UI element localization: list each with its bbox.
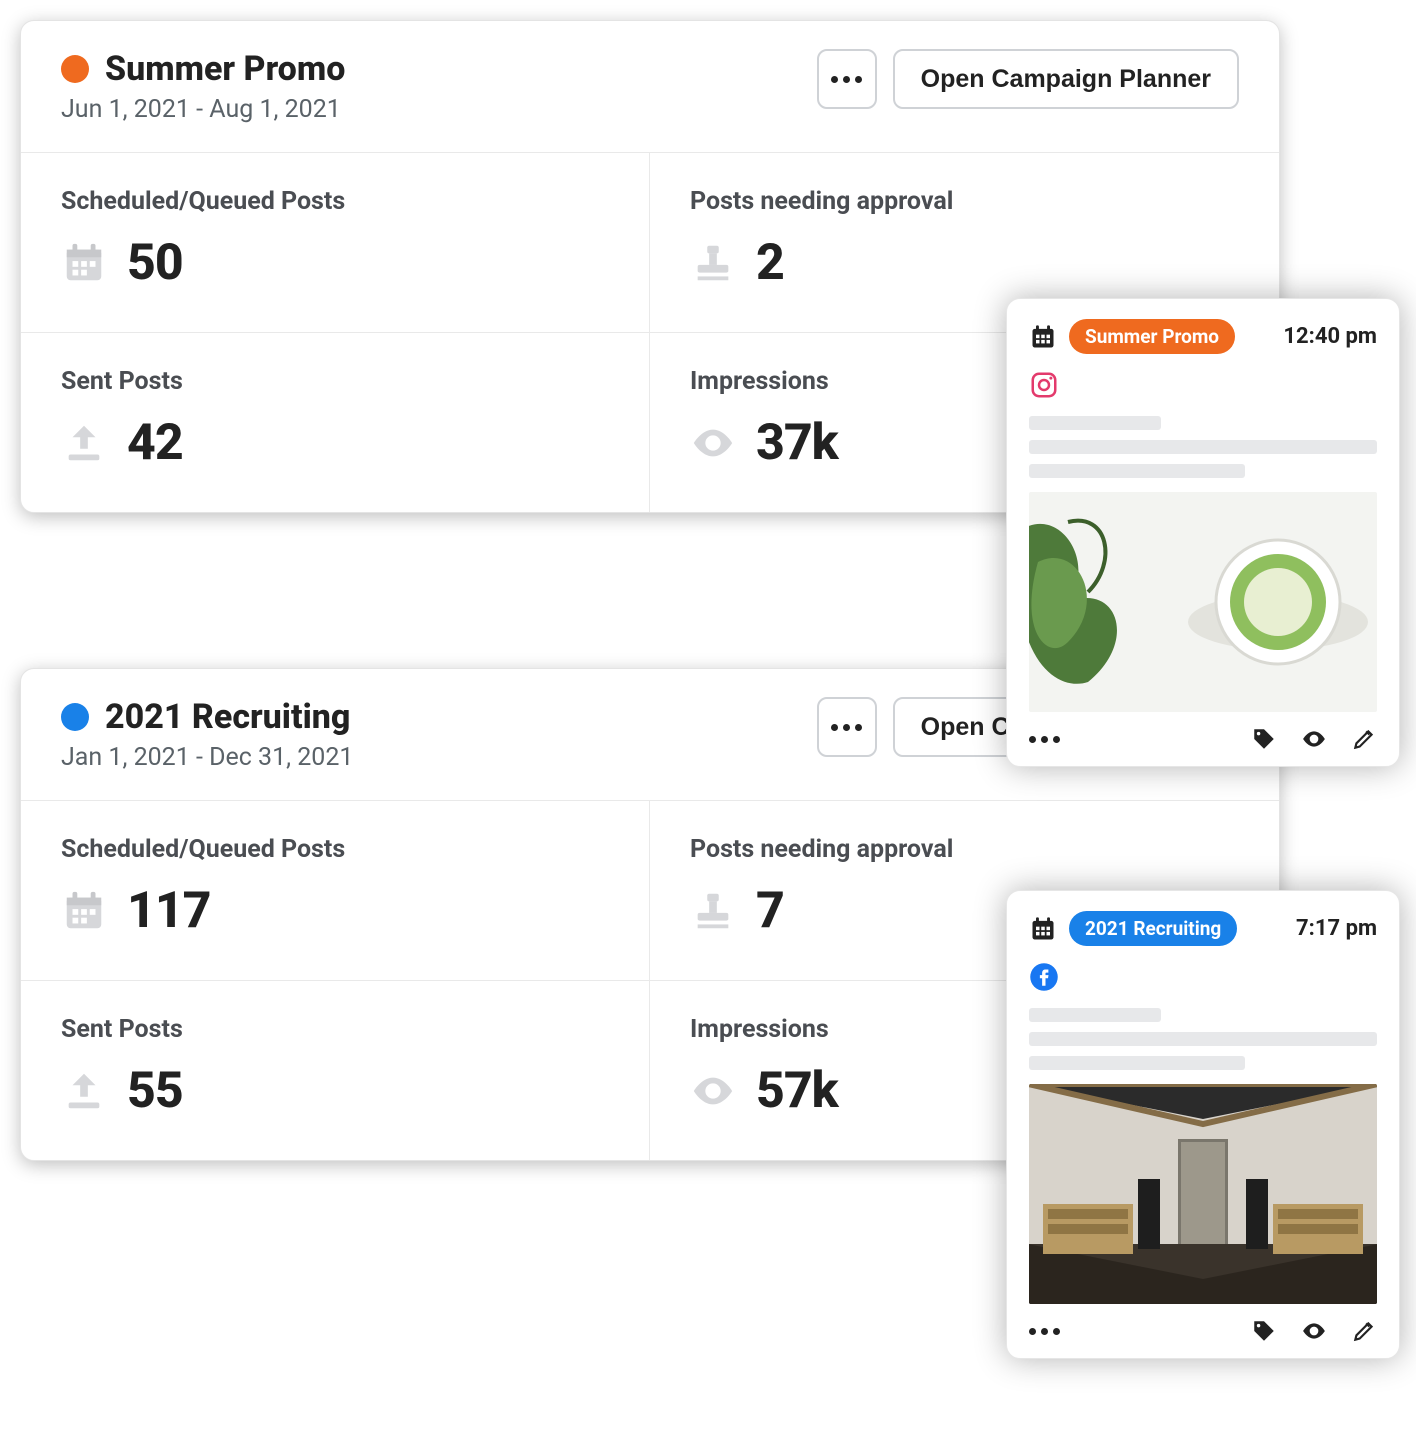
post-text-placeholder (1029, 1008, 1377, 1070)
stat-label: Sent Posts (61, 1015, 609, 1044)
post-time: 12:40 pm (1283, 324, 1377, 349)
post-more-button[interactable] (1029, 736, 1060, 743)
post-preview-card[interactable]: Summer Promo 12:40 pm (1006, 298, 1400, 767)
facebook-icon (1029, 962, 1059, 992)
stat-label: Scheduled/Queued Posts (61, 835, 609, 864)
stamp-icon (690, 888, 736, 934)
stat-sent: Sent Posts 55 (21, 981, 650, 1160)
stat-value: 42 (127, 414, 183, 472)
post-image (1029, 492, 1377, 712)
post-more-button[interactable] (1029, 1328, 1060, 1335)
stat-scheduled: Scheduled/Queued Posts 50 (21, 153, 650, 333)
upload-icon (61, 420, 107, 466)
tag-icon[interactable] (1251, 1318, 1277, 1344)
eye-icon[interactable] (1301, 726, 1327, 752)
eye-icon[interactable] (1301, 1318, 1327, 1344)
edit-icon[interactable] (1351, 726, 1377, 752)
calendar-icon (1029, 915, 1057, 943)
stamp-icon (690, 240, 736, 286)
more-icon (1029, 736, 1060, 743)
post-image (1029, 1084, 1377, 1304)
eye-icon (690, 420, 736, 466)
post-preview-card[interactable]: 2021 Recruiting 7:17 pm (1006, 890, 1400, 1359)
stat-value: 37k (756, 414, 838, 472)
edit-icon[interactable] (1351, 1318, 1377, 1344)
stat-label: Posts needing approval (690, 187, 1239, 216)
post-text-placeholder (1029, 416, 1377, 478)
more-button[interactable] (817, 697, 877, 757)
instagram-icon (1029, 370, 1059, 400)
stat-value: 117 (127, 882, 211, 940)
stat-sent: Sent Posts 42 (21, 333, 650, 512)
stat-value: 7 (756, 882, 784, 940)
stat-label: Scheduled/Queued Posts (61, 187, 609, 216)
stat-label: Sent Posts (61, 367, 609, 396)
more-icon (831, 724, 862, 731)
more-icon (831, 76, 862, 83)
campaign-title: Summer Promo (105, 49, 345, 89)
tag-icon[interactable] (1251, 726, 1277, 752)
stat-label: Posts needing approval (690, 835, 1239, 864)
campaign-date-range: Jun 1, 2021 - Aug 1, 2021 (61, 95, 345, 124)
calendar-icon (61, 888, 107, 934)
calendar-icon (1029, 323, 1057, 351)
more-button[interactable] (817, 49, 877, 109)
stat-scheduled: Scheduled/Queued Posts 117 (21, 801, 650, 981)
calendar-icon (61, 240, 107, 286)
post-time: 7:17 pm (1296, 916, 1377, 941)
campaign-date-range: Jan 1, 2021 - Dec 31, 2021 (61, 743, 353, 772)
eye-icon (690, 1068, 736, 1114)
campaign-chip[interactable]: Summer Promo (1069, 319, 1235, 354)
upload-icon (61, 1068, 107, 1114)
stat-value: 2 (756, 234, 784, 292)
stat-value: 57k (756, 1062, 838, 1120)
campaign-color-dot (61, 703, 89, 731)
campaign-title: 2021 Recruiting (105, 697, 350, 737)
campaign-chip[interactable]: 2021 Recruiting (1069, 911, 1237, 946)
open-campaign-planner-button[interactable]: Open Campaign Planner (893, 49, 1239, 109)
stat-value: 55 (127, 1062, 183, 1120)
campaign-color-dot (61, 55, 89, 83)
more-icon (1029, 1328, 1060, 1335)
stat-value: 50 (127, 234, 183, 292)
